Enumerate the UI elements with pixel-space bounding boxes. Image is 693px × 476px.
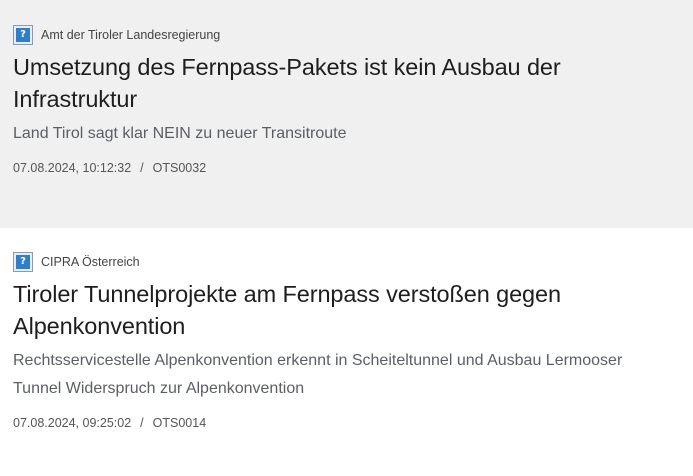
source-name[interactable]: Amt der Tiroler Landesregierung <box>41 25 220 45</box>
article-source: ? CIPRA Österreich <box>13 252 673 272</box>
article-subtitle: Land Tirol sagt klar NEIN zu neuer Trans… <box>13 125 347 142</box>
ots-id: OTS0032 <box>152 161 207 175</box>
question-icon: ? <box>13 25 33 45</box>
article-card[interactable]: ? Amt der Tiroler Landesregierung Umsetz… <box>0 0 693 228</box>
article-source: ? Amt der Tiroler Landesregierung <box>13 25 673 45</box>
article-title-link[interactable]: Umsetzung des Fernpass-Pakets ist kein A… <box>13 51 673 115</box>
news-feed: ? Amt der Tiroler Landesregierung Umsetz… <box>0 0 693 476</box>
article-subtitle: Rechtsservicestelle Alpenkonvention erke… <box>13 352 623 397</box>
article-datetime: 07.08.2024, 10:12:32 <box>13 161 132 175</box>
source-name[interactable]: CIPRA Österreich <box>41 252 140 272</box>
article-meta: 07.08.2024, 10:12:32 / OTS0032 <box>13 160 673 176</box>
article-title-link[interactable]: Tiroler Tunnelprojekte am Fernpass verst… <box>13 278 673 342</box>
article-meta: 07.08.2024, 09:25:02 / OTS0014 <box>13 415 673 431</box>
article-card[interactable]: ? CIPRA Österreich Tiroler Tunnelprojekt… <box>0 228 693 476</box>
question-icon: ? <box>13 252 33 272</box>
meta-separator: / <box>140 416 144 430</box>
article-datetime: 07.08.2024, 09:25:02 <box>13 416 132 430</box>
meta-separator: / <box>140 161 144 175</box>
ots-id: OTS0014 <box>152 416 207 430</box>
